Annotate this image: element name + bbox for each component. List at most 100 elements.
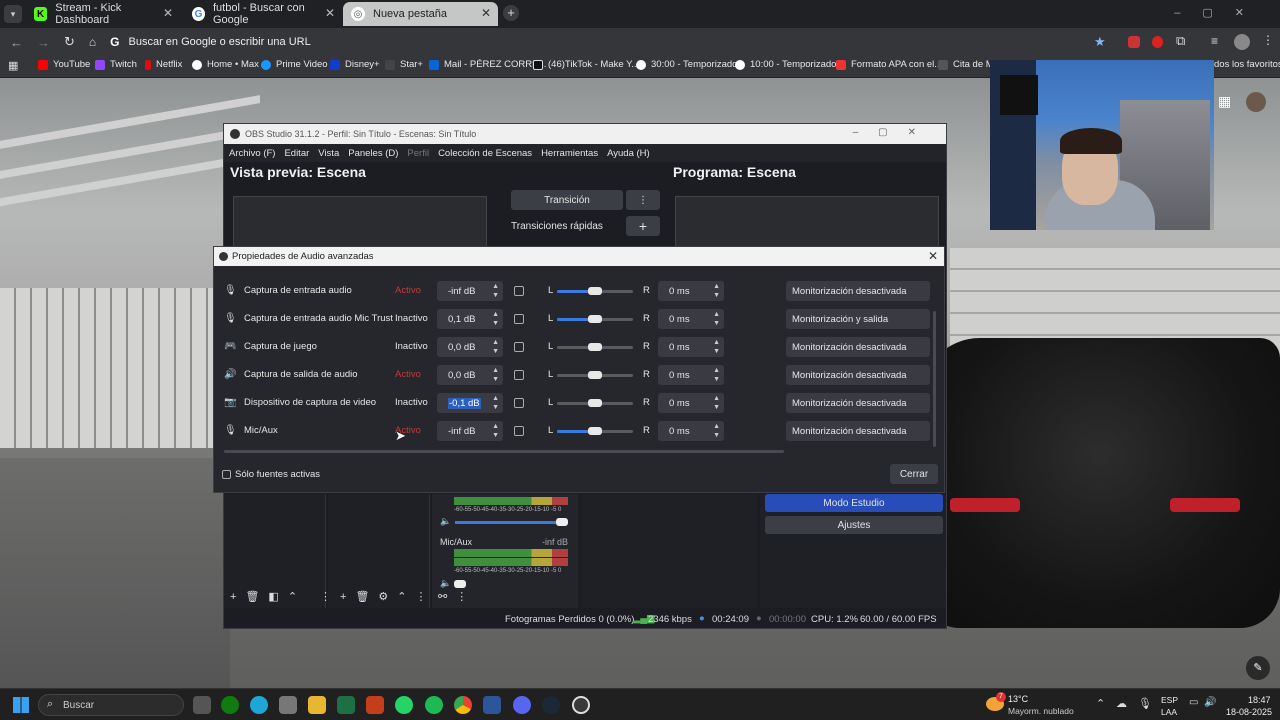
mono-checkbox[interactable] bbox=[514, 286, 524, 296]
volume-spinbox[interactable]: -inf dB ▲ ▼ bbox=[437, 421, 503, 441]
sync-offset-spinbox[interactable]: 0 ms ▲ ▼ bbox=[658, 309, 724, 329]
sync-offset-spinbox[interactable]: 0 ms ▲ ▼ bbox=[658, 365, 724, 385]
menu-icon[interactable]: ⋮ bbox=[1262, 33, 1274, 47]
tab-search-button[interactable]: ▾ bbox=[4, 5, 22, 23]
menu-archivo[interactable]: Archivo (F) bbox=[229, 148, 275, 159]
spin-arrows-icon[interactable]: ▲ ▼ bbox=[492, 366, 499, 384]
spin-arrows-icon[interactable]: ▲ ▼ bbox=[492, 310, 499, 328]
excel-icon[interactable] bbox=[337, 696, 355, 714]
studio-mode-button[interactable]: Modo Estudio bbox=[765, 494, 943, 512]
windows-start-icon[interactable] bbox=[13, 697, 29, 713]
volume-icon[interactable]: 🔊 bbox=[1204, 697, 1216, 708]
address-input[interactable]: Buscar en Google o escribir una URL bbox=[129, 36, 311, 48]
sync-offset-spinbox[interactable]: 0 ms ▲ ▼ bbox=[658, 393, 724, 413]
volume-spinbox[interactable]: 0,0 dB ▲ ▼ bbox=[437, 365, 503, 385]
sync-offset-spinbox[interactable]: 0 ms ▲ ▼ bbox=[658, 281, 724, 301]
close-icon[interactable]: ✕ bbox=[163, 6, 173, 20]
only-active-checkbox[interactable] bbox=[222, 470, 231, 479]
back-icon[interactable]: ← bbox=[10, 35, 23, 50]
menu-perfil[interactable]: Perfil bbox=[407, 148, 429, 159]
tab-google-search[interactable]: G futbol - Buscar con Google ✕ bbox=[184, 2, 342, 26]
spin-arrows-icon[interactable]: ▲ ▼ bbox=[492, 422, 499, 440]
balance-slider-knob[interactable] bbox=[588, 343, 602, 351]
volume-spinbox[interactable]: 0,1 dB ▲ ▼ bbox=[437, 309, 503, 329]
balance-slider-knob[interactable] bbox=[588, 399, 602, 407]
spin-arrows-icon[interactable]: ▲ ▼ bbox=[492, 394, 499, 412]
spin-arrows-icon[interactable]: ▲ ▼ bbox=[492, 338, 499, 356]
more-icon[interactable]: ⋮ bbox=[416, 591, 436, 603]
bookmark-netflix[interactable]: Netflix bbox=[145, 59, 182, 70]
edge-icon[interactable] bbox=[250, 696, 268, 714]
trash-icon[interactable]: 🗑 bbox=[245, 591, 268, 603]
monitoring-dropdown[interactable]: Monitorización y salida bbox=[786, 309, 930, 329]
balance-slider-knob[interactable] bbox=[588, 371, 602, 379]
mono-checkbox[interactable] bbox=[514, 314, 524, 324]
transition-button[interactable]: Transición bbox=[511, 190, 623, 210]
language-line2[interactable]: LAA bbox=[1161, 707, 1177, 717]
more-icon[interactable]: ⋮ bbox=[456, 591, 476, 603]
close-icon[interactable]: ✕ bbox=[928, 249, 938, 263]
horizontal-scrollbar[interactable] bbox=[224, 450, 784, 453]
menu-ayuda[interactable]: Ayuda (H) bbox=[607, 148, 650, 159]
microphone-icon[interactable]: 🎙 bbox=[1138, 697, 1152, 710]
monitoring-dropdown[interactable]: Monitorización desactivada bbox=[786, 281, 930, 301]
settings-button[interactable]: Ajustes bbox=[765, 516, 943, 534]
monitoring-dropdown[interactable]: Monitorización desactivada bbox=[786, 365, 930, 385]
taskbar-search[interactable]: ⌕ Buscar bbox=[38, 694, 184, 716]
gear-icon[interactable]: ⚙ bbox=[378, 591, 397, 603]
chevron-up-icon[interactable]: ⌃ bbox=[1096, 697, 1105, 710]
bookmark-prime-video[interactable]: Prime Video bbox=[261, 59, 328, 70]
task-view-icon[interactable] bbox=[193, 696, 211, 714]
reload-icon[interactable]: ↻ bbox=[64, 34, 75, 50]
spin-arrows-icon[interactable]: ▲ ▼ bbox=[713, 310, 720, 328]
all-bookmarks[interactable]: dos los favoritos bbox=[1214, 59, 1280, 70]
bookmark-max[interactable]: Home • Max bbox=[192, 59, 259, 70]
discord-icon[interactable] bbox=[513, 696, 531, 714]
balance-slider-knob[interactable] bbox=[588, 287, 602, 295]
more-icon[interactable]: ⋮ bbox=[320, 591, 340, 603]
balance-slider[interactable] bbox=[557, 399, 633, 407]
monitoring-dropdown[interactable]: Monitorización desactivada bbox=[786, 421, 930, 441]
spin-arrows-icon[interactable]: ▲ ▼ bbox=[713, 366, 720, 384]
star-icon[interactable]: ★ bbox=[1094, 34, 1106, 50]
sync-offset-spinbox[interactable]: 0 ms ▲ ▼ bbox=[658, 337, 724, 357]
volume-spinbox[interactable]: -0,1 dB ▲ ▼ bbox=[437, 393, 503, 413]
add-icon[interactable]: + bbox=[340, 591, 355, 603]
close-icon[interactable]: ✕ bbox=[325, 6, 335, 20]
clock-time[interactable]: 18:47 bbox=[1248, 695, 1271, 705]
reading-list-icon[interactable]: ≡ bbox=[1211, 34, 1218, 48]
apps-icon[interactable]: ▦ bbox=[8, 59, 18, 72]
volume-icon[interactable]: 🔈 bbox=[440, 516, 451, 527]
display-icon[interactable]: ▭ bbox=[1189, 697, 1198, 708]
spotify-icon[interactable] bbox=[425, 696, 443, 714]
menu-paneles[interactable]: Paneles (D) bbox=[348, 148, 398, 159]
volume-slider[interactable] bbox=[455, 521, 565, 524]
bookmark-twitch[interactable]: Twitch bbox=[95, 59, 137, 70]
home-icon[interactable]: ⌂ bbox=[89, 35, 96, 49]
volume-icon[interactable]: 🔈 bbox=[440, 578, 451, 589]
bookmark-tiktok[interactable]: (46)TikTok - Make Y... bbox=[533, 59, 639, 70]
balance-slider[interactable] bbox=[557, 343, 633, 351]
new-tab-button[interactable]: + bbox=[503, 5, 519, 21]
monitoring-dropdown[interactable]: Monitorización desactivada bbox=[786, 393, 930, 413]
account-avatar[interactable] bbox=[1246, 92, 1266, 112]
edit-fab-icon[interactable]: ✎ bbox=[1246, 656, 1270, 680]
link-icon[interactable]: ⚯ bbox=[438, 591, 456, 603]
mono-checkbox[interactable] bbox=[514, 398, 524, 408]
bookmark-timer-10[interactable]: 10:00 - Temporizador bbox=[735, 59, 840, 70]
network-icon[interactable]: ☁ bbox=[1116, 697, 1127, 710]
chevron-up-icon[interactable]: ⌃ bbox=[397, 591, 415, 603]
volume-slider-knob[interactable] bbox=[454, 580, 466, 588]
spin-arrows-icon[interactable]: ▲ ▼ bbox=[713, 394, 720, 412]
menu-editar[interactable]: Editar bbox=[284, 148, 309, 159]
balance-slider[interactable] bbox=[557, 371, 633, 379]
bookmark-apa[interactable]: Formato APA con el... bbox=[836, 59, 942, 70]
xbox-icon[interactable] bbox=[221, 696, 239, 714]
forward-icon[interactable]: → bbox=[37, 35, 50, 50]
trash-icon[interactable]: 🗑 bbox=[355, 591, 378, 603]
language-line1[interactable]: ESP bbox=[1161, 695, 1178, 705]
filter-icon[interactable]: ◧ bbox=[268, 591, 287, 603]
monitoring-dropdown[interactable]: Monitorización desactivada bbox=[786, 337, 930, 357]
mono-checkbox[interactable] bbox=[514, 342, 524, 352]
spin-arrows-icon[interactable]: ▲ ▼ bbox=[492, 282, 499, 300]
